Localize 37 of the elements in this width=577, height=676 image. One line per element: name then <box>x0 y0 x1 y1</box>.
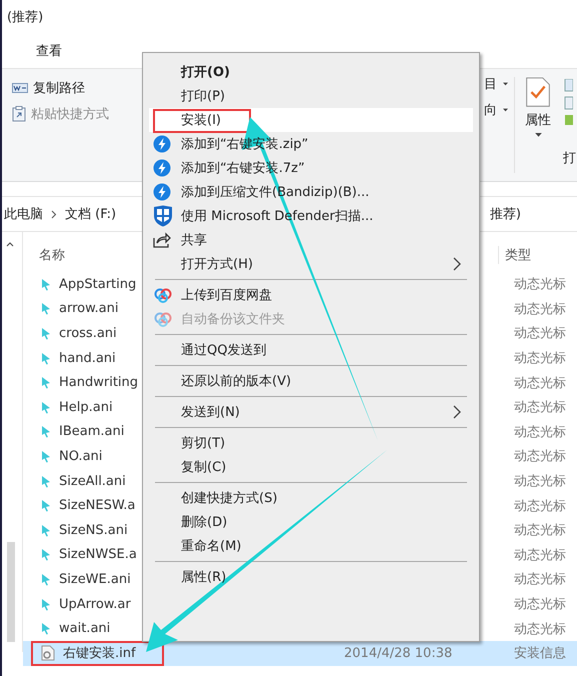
file-type: 动态光标 <box>514 325 566 342</box>
file-name: 右键安装.inf <box>63 645 136 662</box>
file-name: NO.ani <box>59 448 102 464</box>
file-type: 动态光标 <box>514 276 566 294</box>
file-type: 动态光标 <box>514 546 566 564</box>
file-name: wait.ani <box>59 621 110 636</box>
file-type: 动态光标 <box>514 571 566 588</box>
file-name: cross.ani <box>59 326 117 341</box>
file-name: SizeWE.ani <box>59 572 131 587</box>
file-name: SizeNS.ani <box>59 522 128 538</box>
ribbon-group-label: 打 <box>563 150 576 167</box>
file-type: 动态光标 <box>514 374 566 392</box>
file-type: 动态光标 <box>514 350 566 368</box>
file-name: SizeNESW.a <box>59 498 136 514</box>
file-name: SizeAll.ani <box>59 474 126 489</box>
file-name: Handwriting <box>59 375 138 390</box>
file-name: hand.ani <box>59 350 116 366</box>
file-type: 动态光标 <box>514 522 566 540</box>
file-type: 动态光标 <box>514 473 566 490</box>
file-type: 动态光标 <box>514 399 566 416</box>
file-type: 动态光标 <box>514 620 566 638</box>
file-type: 动态光标 <box>514 498 566 515</box>
file-type: 动态光标 <box>514 300 566 318</box>
ribbon-label: 向 <box>484 102 497 119</box>
file-name: AppStarting <box>59 276 136 292</box>
file-name: Help.ani <box>59 400 113 415</box>
file-name: IBeam.ani <box>59 424 124 440</box>
ribbon-label: 目 <box>484 76 497 93</box>
file-date: 2014/4/28 10:38 <box>344 646 452 661</box>
file-type: 动态光标 <box>514 424 566 441</box>
window-title: (推荐) <box>7 9 44 26</box>
file-name: arrow.ani <box>59 301 118 316</box>
file-type: 动态光标 <box>514 448 566 466</box>
file-type: 安装信息 <box>514 645 566 662</box>
file-name: SizeNWSE.a <box>59 547 137 562</box>
file-type: 动态光标 <box>514 596 566 614</box>
file-name: UpArrow.ar <box>59 596 131 612</box>
